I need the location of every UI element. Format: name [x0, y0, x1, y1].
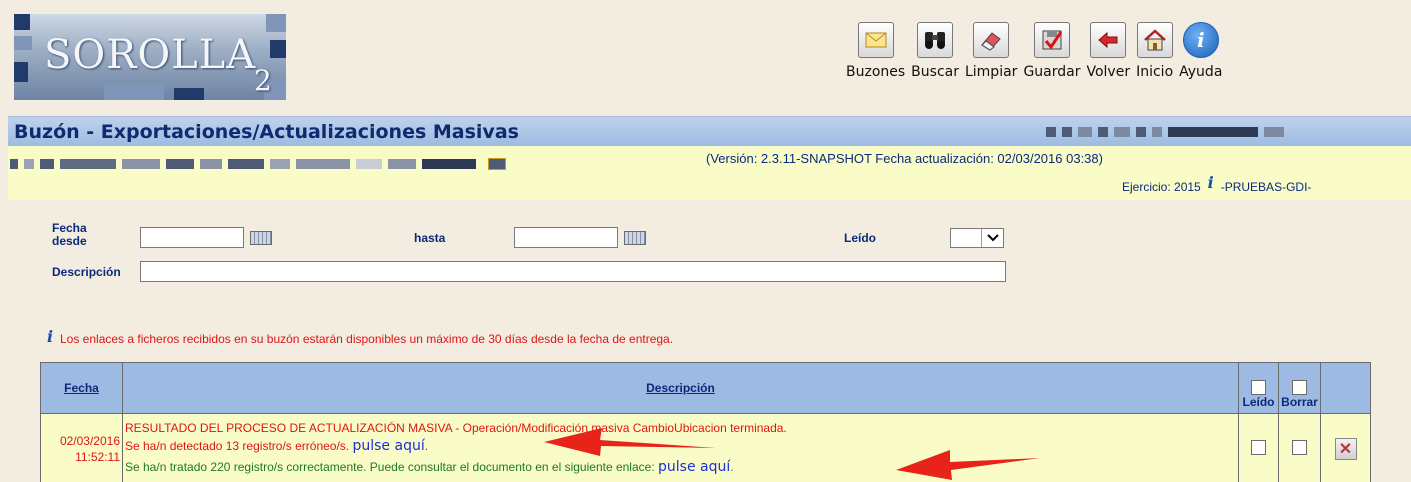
errors-link[interactable]: pulse aquí [352, 438, 424, 454]
save-check-icon [1033, 22, 1070, 58]
home-icon [1136, 22, 1173, 58]
ejercicio-info: Ejercicio: 2015 i -PRUEBAS-GDI- [1122, 172, 1312, 195]
calendar-desde-icon[interactable] [250, 231, 272, 245]
fecha-desde-input[interactable] [140, 227, 244, 248]
header-leido: Leído [1238, 362, 1279, 414]
header-borrar: Borrar [1278, 362, 1321, 414]
info-bar: (Versión: 2.3.11-SNAPSHOT Fecha actualiz… [8, 146, 1411, 200]
notice-text: Los enlaces a ficheros recibidos en su b… [60, 332, 674, 346]
logo-text: SOROLLA [44, 32, 257, 78]
descripcion-label: Descripción [52, 265, 121, 279]
redacted-user-info [1046, 127, 1284, 137]
messages-table: Fecha Descripción Leído Borrar 02/03/201… [40, 362, 1371, 482]
calendar-hasta-icon[interactable] [624, 231, 646, 245]
row-borrar-checkbox[interactable] [1292, 439, 1307, 455]
title-bar: Buzón - Exportaciones/Actualizaciones Ma… [8, 116, 1411, 146]
logo-sub: 2 [254, 64, 272, 97]
mail-icon [857, 22, 894, 58]
ayuda-button[interactable]: i Ayuda [1179, 22, 1222, 80]
select-all-borrar-checkbox[interactable] [1292, 380, 1307, 395]
limpiar-button[interactable]: Limpiar [965, 22, 1017, 80]
info-icon: i [1182, 22, 1219, 58]
guardar-button[interactable]: Guardar [1023, 22, 1080, 80]
header: SOROLLA 2 Buzones Buscar Limpiar Guardar… [0, 0, 1411, 112]
hasta-label: hasta [414, 231, 446, 245]
annotation-arrow-2 [896, 450, 1040, 480]
inicio-label: Inicio [1136, 64, 1174, 80]
buscar-label: Buscar [911, 64, 959, 80]
version-info: (Versión: 2.3.11-SNAPSHOT Fecha actualiz… [706, 151, 1103, 166]
chevron-down-icon [981, 229, 1003, 247]
ejercicio-suffix: -PRUEBAS-GDI- [1220, 180, 1312, 194]
header-actions [1320, 362, 1371, 414]
inicio-button[interactable]: Inicio [1136, 22, 1173, 80]
ejercicio-info-icon[interactable]: i [1201, 172, 1221, 192]
toolbar: Buzones Buscar Limpiar Guardar Volver In… [846, 22, 1228, 80]
volver-label: Volver [1086, 64, 1131, 80]
redacted-user-name [10, 158, 506, 170]
row-leido-checkbox[interactable] [1251, 439, 1266, 455]
buscar-button[interactable]: Buscar [911, 22, 959, 80]
fecha-desde-label: Fecha desde [52, 221, 87, 248]
sorolla-logo: SOROLLA 2 [14, 14, 286, 100]
volver-button[interactable]: Volver [1086, 22, 1130, 80]
document-link[interactable]: pulse aquí [658, 459, 730, 475]
descripcion-input[interactable] [140, 261, 1006, 282]
eraser-icon [973, 22, 1010, 58]
page-title: Buzón - Exportaciones/Actualizaciones Ma… [14, 121, 519, 143]
row-borrar-cell [1278, 413, 1321, 482]
row-delete-cell: ✕ [1320, 413, 1371, 482]
info-icon: i [46, 326, 54, 346]
leido-label: Leído [844, 231, 876, 245]
binoculars-icon [917, 22, 954, 58]
leido-select[interactable] [950, 228, 1004, 248]
header-fecha[interactable]: Fecha [40, 362, 123, 414]
limpiar-label: Limpiar [964, 64, 1018, 80]
header-descripcion[interactable]: Descripción [122, 362, 1239, 414]
table-header: Fecha Descripción Leído Borrar [40, 362, 1371, 414]
back-arrow-icon [1090, 22, 1127, 58]
guardar-label: Guardar [1023, 64, 1081, 80]
ayuda-label: Ayuda [1179, 64, 1223, 80]
annotation-arrow-1 [544, 428, 716, 456]
fecha-hasta-input[interactable] [514, 227, 618, 248]
retention-notice: i Los enlaces a ficheros recibidos en su… [40, 326, 674, 347]
buzones-button[interactable]: Buzones [846, 22, 905, 80]
select-all-leido-checkbox[interactable] [1251, 380, 1266, 395]
ejercicio-prefix: Ejercicio: 2015 [1122, 180, 1201, 194]
delete-icon[interactable]: ✕ [1334, 437, 1357, 460]
row-date: 02/03/2016 11:52:11 [40, 413, 123, 482]
buzones-label: Buzones [846, 64, 906, 80]
row-leido-cell [1238, 413, 1279, 482]
mailbox-mini-icon[interactable] [488, 158, 506, 170]
